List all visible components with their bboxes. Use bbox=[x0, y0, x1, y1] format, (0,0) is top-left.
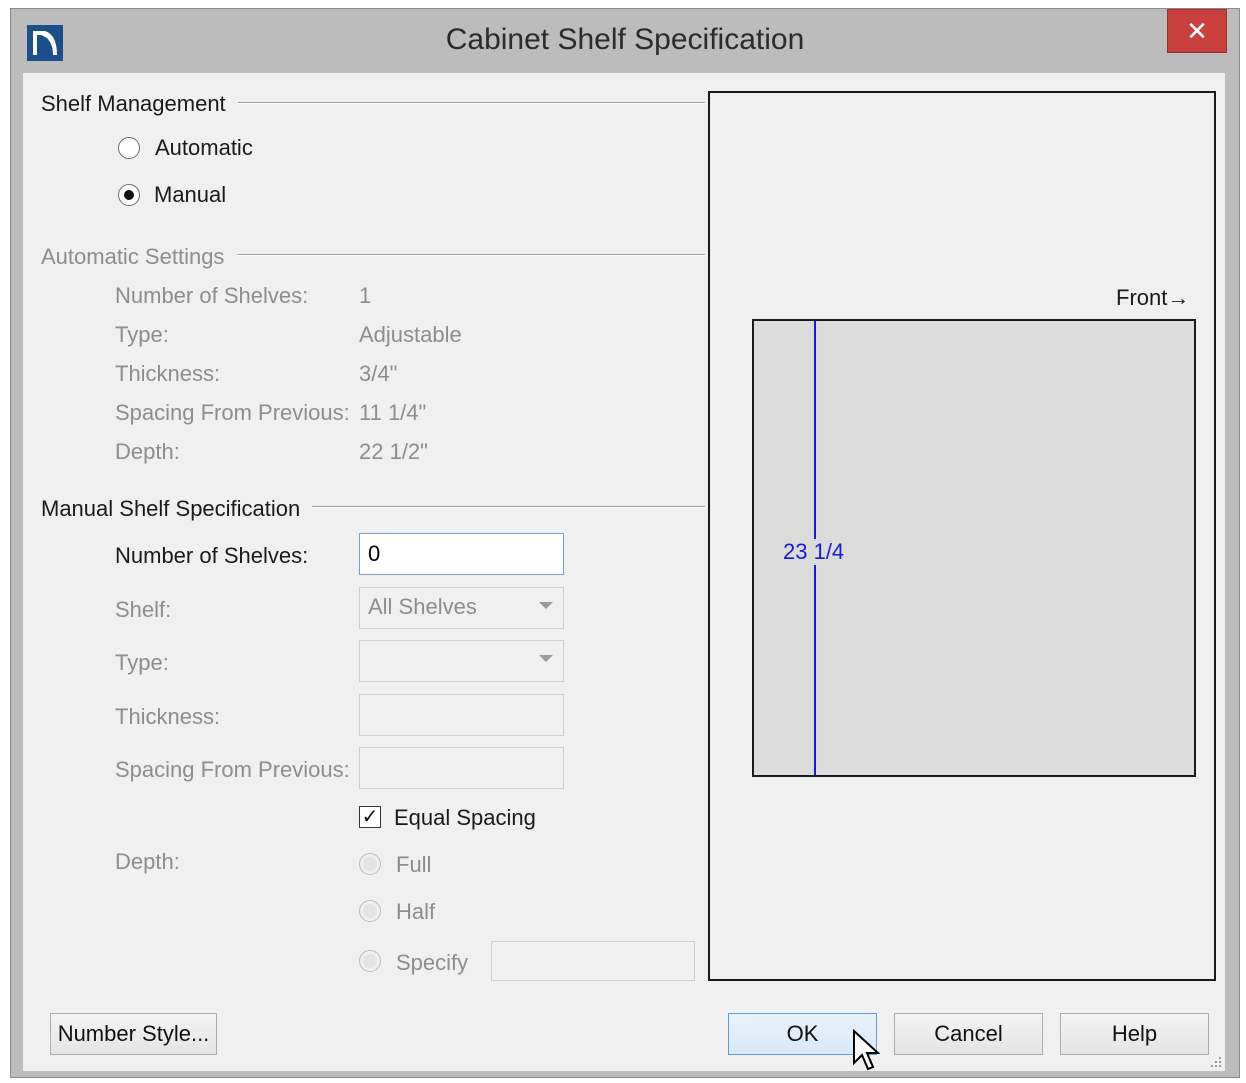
auto-number-of-shelves-value: 1 bbox=[359, 283, 372, 308]
window-title: Cabinet Shelf Specification bbox=[445, 23, 805, 56]
equal-spacing-checkbox[interactable]: ✓ bbox=[359, 806, 381, 828]
type-select[interactable] bbox=[359, 640, 564, 682]
auto-spacing-label: Spacing From Previous: bbox=[115, 400, 350, 425]
spacing-input[interactable] bbox=[359, 747, 564, 789]
equal-spacing-label[interactable]: Equal Spacing bbox=[394, 805, 536, 831]
depth-full-radio[interactable] bbox=[359, 853, 381, 875]
mouse-pointer-icon bbox=[853, 1029, 880, 1071]
cancel-button[interactable]: Cancel bbox=[894, 1013, 1043, 1055]
depth-specify-radio[interactable] bbox=[359, 950, 381, 972]
dialog-window: Cabinet Shelf Specification ✕ Shelf Mana… bbox=[10, 8, 1240, 1078]
auto-type-label: Type: bbox=[115, 322, 169, 347]
shelf-management-divider bbox=[233, 102, 705, 104]
manual-spec-divider bbox=[308, 506, 705, 508]
shelf-select[interactable]: All Shelves bbox=[359, 587, 564, 629]
auto-thickness-label: Thickness: bbox=[115, 361, 221, 386]
resize-grip-icon[interactable] bbox=[1209, 1055, 1223, 1069]
number-style-button[interactable]: Number Style... bbox=[50, 1013, 217, 1055]
automatic-settings-title: Automatic Settings bbox=[41, 244, 237, 270]
manual-radio[interactable] bbox=[118, 184, 140, 206]
auto-depth-value: 22 1/2" bbox=[359, 439, 428, 464]
spacing-label: Spacing From Previous: bbox=[115, 757, 350, 782]
type-label: Type: bbox=[115, 650, 169, 675]
shelf-management-title: Shelf Management bbox=[41, 91, 238, 117]
depth-half-label[interactable]: Half bbox=[396, 899, 435, 925]
specify-depth-input[interactable] bbox=[491, 941, 695, 981]
auto-spacing-value: 11 1/4" bbox=[359, 400, 427, 425]
depth-full-label[interactable]: Full bbox=[396, 852, 431, 878]
manual-spec-title: Manual Shelf Specification bbox=[41, 496, 313, 522]
thickness-label: Thickness: bbox=[115, 704, 221, 729]
thickness-input[interactable] bbox=[359, 694, 564, 736]
depth-specify-label[interactable]: Specify bbox=[396, 950, 468, 976]
chevron-down-icon bbox=[539, 602, 553, 609]
shelf-label: Shelf: bbox=[115, 597, 172, 622]
cabinet-section-outline: 23 1/4 bbox=[752, 319, 1196, 777]
manual-label[interactable]: Manual bbox=[154, 182, 226, 208]
automatic-radio[interactable] bbox=[118, 137, 140, 159]
automatic-settings-divider bbox=[237, 254, 705, 256]
checkmark-icon: ✓ bbox=[361, 806, 379, 828]
depth-label: Depth: bbox=[115, 849, 180, 874]
help-button[interactable]: Help bbox=[1060, 1013, 1209, 1055]
auto-number-of-shelves-label: Number of Shelves: bbox=[115, 283, 309, 308]
cabinet-preview-panel: Front→ 23 1/4 bbox=[708, 91, 1216, 981]
close-icon: ✕ bbox=[1186, 15, 1208, 46]
shelf-select-value: All Shelves bbox=[368, 594, 477, 619]
close-button[interactable]: ✕ bbox=[1167, 9, 1227, 53]
front-label-text: Front bbox=[1116, 285, 1168, 310]
automatic-label[interactable]: Automatic bbox=[155, 135, 253, 161]
manual-number-of-shelves-label: Number of Shelves: bbox=[115, 543, 309, 568]
depth-half-radio[interactable] bbox=[359, 900, 381, 922]
arrow-right-icon: → bbox=[1167, 285, 1190, 310]
chevron-down-icon bbox=[539, 655, 553, 662]
auto-depth-label: Depth: bbox=[115, 439, 180, 464]
title-bar[interactable]: Cabinet Shelf Specification ✕ bbox=[11, 9, 1239, 73]
front-label: Front→ bbox=[1116, 285, 1189, 311]
auto-type-value: Adjustable bbox=[359, 322, 462, 347]
shelf-height-dimension-label: 23 1/4 bbox=[782, 539, 846, 565]
number-of-shelves-input[interactable] bbox=[359, 533, 564, 575]
dialog-client-area: Shelf Management Automatic Manual Automa… bbox=[23, 73, 1225, 1071]
auto-thickness-value: 3/4" bbox=[359, 361, 398, 386]
